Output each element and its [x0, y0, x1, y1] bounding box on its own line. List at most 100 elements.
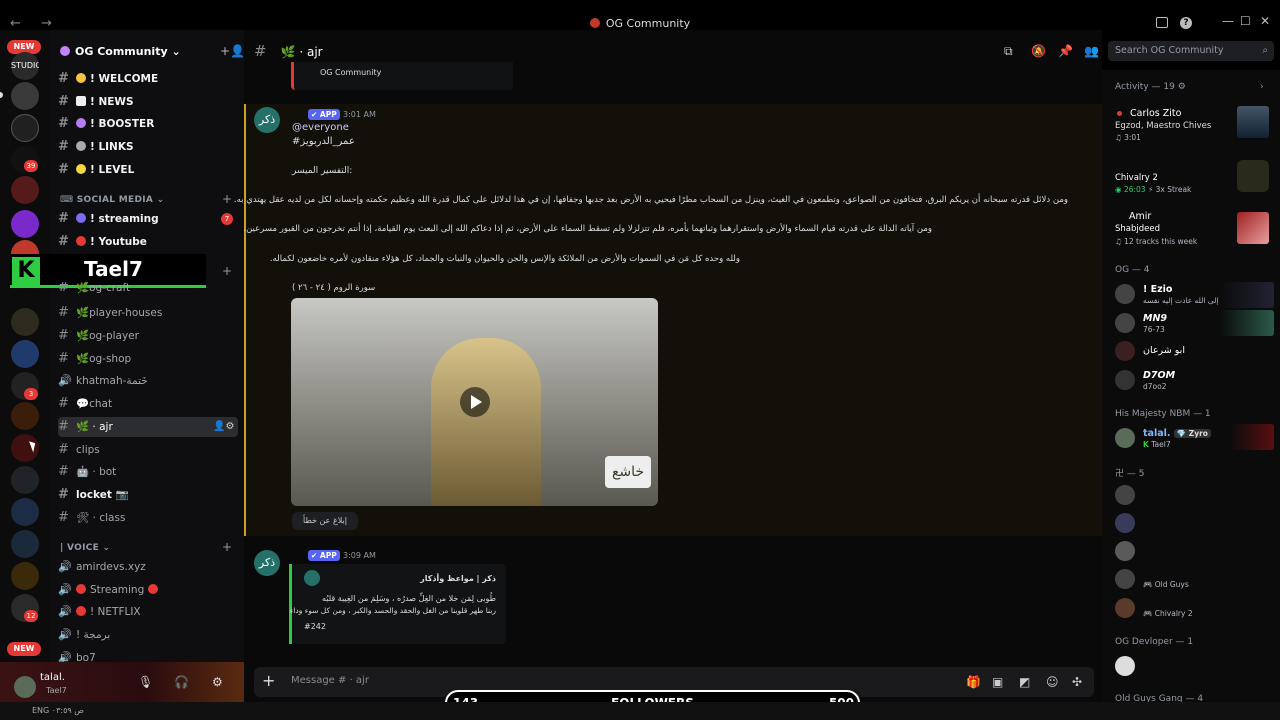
message-input[interactable]: Message # · ajr — [291, 675, 369, 686]
member-name[interactable]: ! Ezio — [1143, 284, 1172, 295]
member-avatar[interactable] — [1115, 428, 1135, 448]
minimize-button[interactable]: — — [1222, 14, 1234, 28]
pin-icon[interactable]: 📌 — [1058, 44, 1073, 58]
member-avatar[interactable] — [1115, 370, 1135, 390]
message-tag[interactable]: #عمر_الدربويز — [292, 136, 355, 147]
category-voice[interactable]: | VOICE ⌄ — [60, 543, 110, 553]
threads-icon[interactable]: ⧉ — [1004, 44, 1013, 59]
message-paragraph: ومن دلائل قدرته سبحانه أن يريكم البرق، ف… — [233, 195, 1068, 205]
member-status: K Tael7 — [1143, 440, 1171, 449]
member-status: 76-73 — [1143, 325, 1165, 334]
bot-avatar[interactable]: ذكر — [254, 107, 280, 133]
members-icon[interactable]: 👥 — [1084, 44, 1099, 58]
search-input[interactable]: Search OG Community ⌕ — [1108, 41, 1274, 61]
channel-locket[interactable]: # locket 📷 — [58, 485, 238, 505]
member-name[interactable]: MN9 — [1143, 313, 1167, 324]
guild-icon-12[interactable] — [11, 466, 39, 494]
mic-icon[interactable]: 🎙 — [138, 675, 153, 689]
channel-og-player[interactable]: # 🌿og-player — [58, 326, 238, 346]
guild-icon-5[interactable] — [11, 210, 39, 238]
kick-logo-icon: K — [12, 257, 40, 285]
member-name[interactable]: talal. 💎 Zyro — [1143, 428, 1211, 439]
voice-amirdevs[interactable]: 🔊 amirdevs.xyz — [58, 557, 238, 577]
add-channel-icon[interactable]: + — [222, 540, 232, 554]
guild-icon-10[interactable] — [11, 402, 39, 430]
everyone-mention[interactable]: @everyone — [292, 122, 349, 133]
sticker-icon[interactable]: ◩ — [1019, 675, 1030, 689]
gift-icon[interactable]: 🎁 — [966, 675, 981, 689]
server-header[interactable]: OG Community ⌄ — [60, 45, 181, 58]
guild-icon-15[interactable] — [11, 562, 39, 590]
app-badge: ✔ APP — [308, 550, 340, 561]
channel-level[interactable]: #! LEVEL — [58, 160, 238, 180]
emoji-icon[interactable]: ☺ — [1046, 675, 1059, 689]
play-icon[interactable] — [460, 387, 490, 417]
member-avatar[interactable] — [1115, 284, 1135, 304]
close-button[interactable]: ✕ — [1260, 14, 1270, 28]
voice-streaming[interactable]: 🔊 Streaming — [58, 580, 238, 600]
member-activity[interactable]: Chivalry 2 — [1115, 173, 1158, 183]
channel-news[interactable]: #! NEWS — [58, 92, 238, 112]
member-avatar[interactable] — [1115, 485, 1135, 505]
bot-avatar[interactable]: ذكر — [254, 550, 280, 576]
gif-icon[interactable]: ▣ — [992, 675, 1003, 689]
member-name[interactable]: ابو شرعان — [1143, 345, 1185, 356]
category-social-media[interactable]: ⌨ SOCIAL MEDIA ⌄ — [60, 195, 164, 205]
member-avatar[interactable] — [1115, 513, 1135, 533]
guild-icon-1[interactable] — [11, 82, 39, 110]
guild-icon-7[interactable] — [11, 308, 39, 336]
member-name[interactable]: Carlos Zito — [1130, 108, 1181, 119]
channel-og-shop[interactable]: # 🌿og-shop — [58, 349, 238, 369]
voice-programming[interactable]: 🔊! برمجة — [58, 625, 238, 645]
channel-og-craft[interactable]: # 🌿og-craft — [58, 282, 238, 294]
voice-netflix[interactable]: 🔊! NETFLIX — [58, 602, 238, 622]
guild-icon-14[interactable] — [11, 530, 39, 558]
inbox-icon[interactable] — [1156, 17, 1168, 28]
maximize-button[interactable]: ☐ — [1240, 14, 1251, 28]
add-channel-icon[interactable]: + — [222, 192, 232, 206]
activity-header: Activity — 19 ⚙ — [1115, 82, 1186, 92]
member-avatar[interactable] — [1115, 341, 1135, 361]
member-avatar[interactable] — [1115, 656, 1135, 676]
channel-links[interactable]: #! LINKS — [58, 137, 238, 157]
channel-clips[interactable]: # clips — [58, 440, 238, 460]
user-avatar[interactable] — [14, 676, 36, 698]
taskbar: ENG ص ٠٣:٥٩ — [0, 702, 1280, 720]
report-error-button[interactable]: إبلاغ عن خطأ — [292, 512, 358, 530]
channel-khatmah[interactable]: 🔊 khatmah-خَتمة — [58, 371, 238, 391]
member-avatar[interactable] — [1115, 541, 1135, 561]
guild-studio-icon[interactable]: STUDIO — [11, 52, 39, 80]
headphones-icon[interactable]: 🎧 — [174, 675, 189, 689]
embed-number: #242 — [304, 622, 326, 631]
guild-icon-4[interactable] — [11, 176, 39, 204]
mute-icon[interactable]: 🔕 — [1031, 44, 1046, 58]
video-attachment[interactable]: خاشع — [291, 298, 658, 506]
channel-class[interactable]: # 🛠 · class — [58, 508, 238, 528]
settings-gear-icon[interactable]: ⚙ — [212, 675, 223, 689]
member-avatar[interactable] — [1115, 313, 1135, 333]
channel-settings-icon[interactable]: 👤⚙ — [213, 417, 234, 437]
member-name[interactable]: Amir — [1129, 211, 1151, 222]
guild-icon-8[interactable] — [11, 340, 39, 368]
guild-badge: 12 — [24, 610, 38, 622]
member-avatar[interactable] — [1115, 569, 1135, 589]
channel-streaming[interactable]: #! streaming — [58, 209, 238, 229]
channel-bot[interactable]: # 🤖 · bot — [58, 462, 238, 482]
channel-booster[interactable]: #! BOOSTER — [58, 114, 238, 134]
channel-player-houses[interactable]: # 🌿player-houses — [58, 303, 238, 323]
channel-welcome[interactable]: #! WELCOME — [58, 69, 238, 89]
channel-ajr[interactable]: # 🌿 · ajr 👤⚙ — [58, 417, 238, 437]
channel-youtube[interactable]: #! Youtube — [58, 232, 238, 252]
help-icon[interactable]: ? — [1180, 17, 1192, 29]
guild-icon-2[interactable] — [11, 114, 39, 142]
guild-icon-13[interactable] — [11, 498, 39, 526]
chevron-right-icon[interactable]: › — [1260, 82, 1264, 92]
attach-icon[interactable]: + — [262, 671, 275, 690]
member-name[interactable]: D7OM — [1143, 370, 1175, 381]
member-avatar[interactable] — [1115, 598, 1135, 618]
add-channel-icon[interactable]: + — [222, 264, 232, 278]
invite-icon[interactable]: +👤 — [220, 44, 245, 58]
live-icon — [147, 584, 158, 594]
apps-icon[interactable]: ✣ — [1072, 675, 1082, 689]
channel-chat[interactable]: # 💬chat — [58, 394, 238, 414]
